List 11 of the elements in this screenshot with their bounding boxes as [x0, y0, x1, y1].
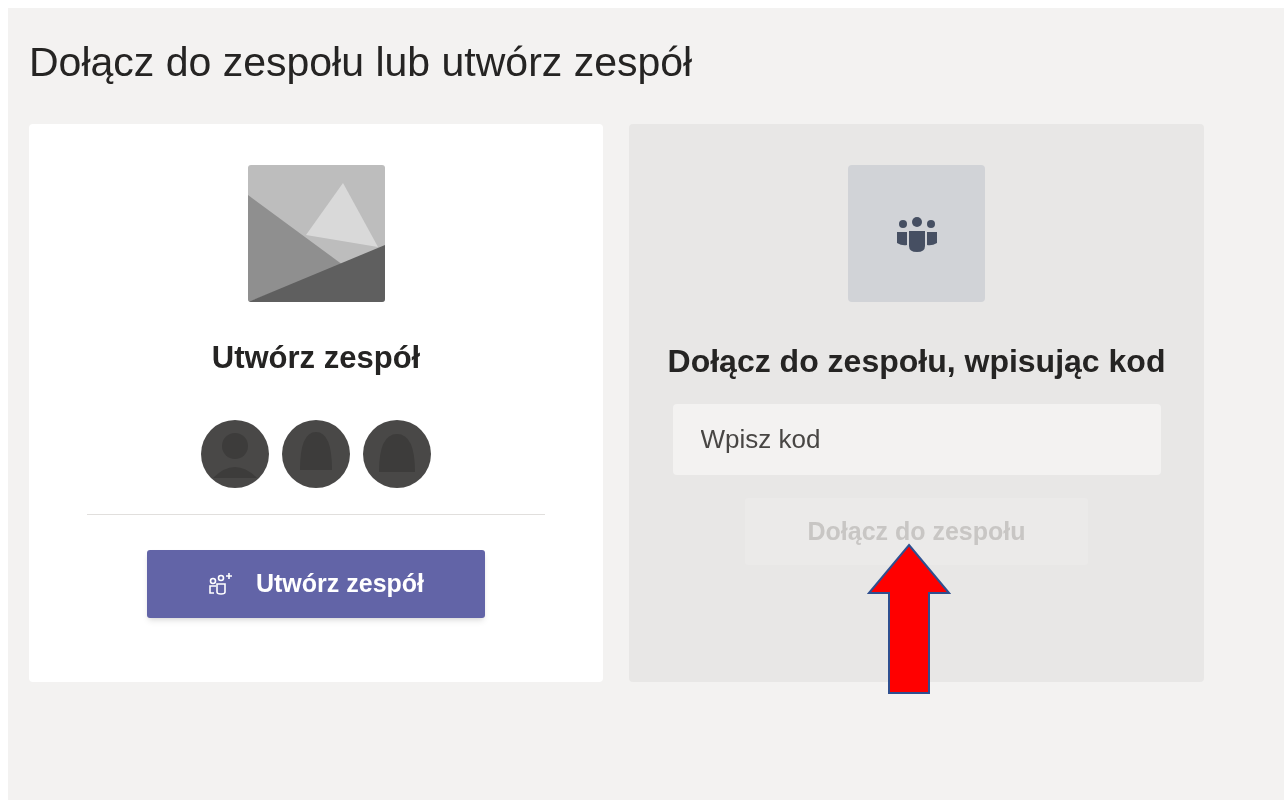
avatar-icon — [363, 419, 431, 488]
page-title: Dołącz do zespołu lub utwórz zespół — [29, 38, 693, 87]
avatar-icon — [282, 419, 350, 488]
card-heading: Dołącz do zespołu, wpisując kod — [666, 342, 1167, 381]
code-input-field[interactable]: Wpisz kod — [672, 404, 1161, 475]
avatar-icon — [201, 419, 269, 488]
card-heading: Utwórz zespół — [211, 339, 421, 377]
add-people-icon — [207, 571, 234, 596]
create-team-button[interactable]: Utwórz zespół — [147, 549, 485, 618]
image-placeholder-icon — [247, 165, 385, 302]
team-icon — [894, 215, 939, 252]
